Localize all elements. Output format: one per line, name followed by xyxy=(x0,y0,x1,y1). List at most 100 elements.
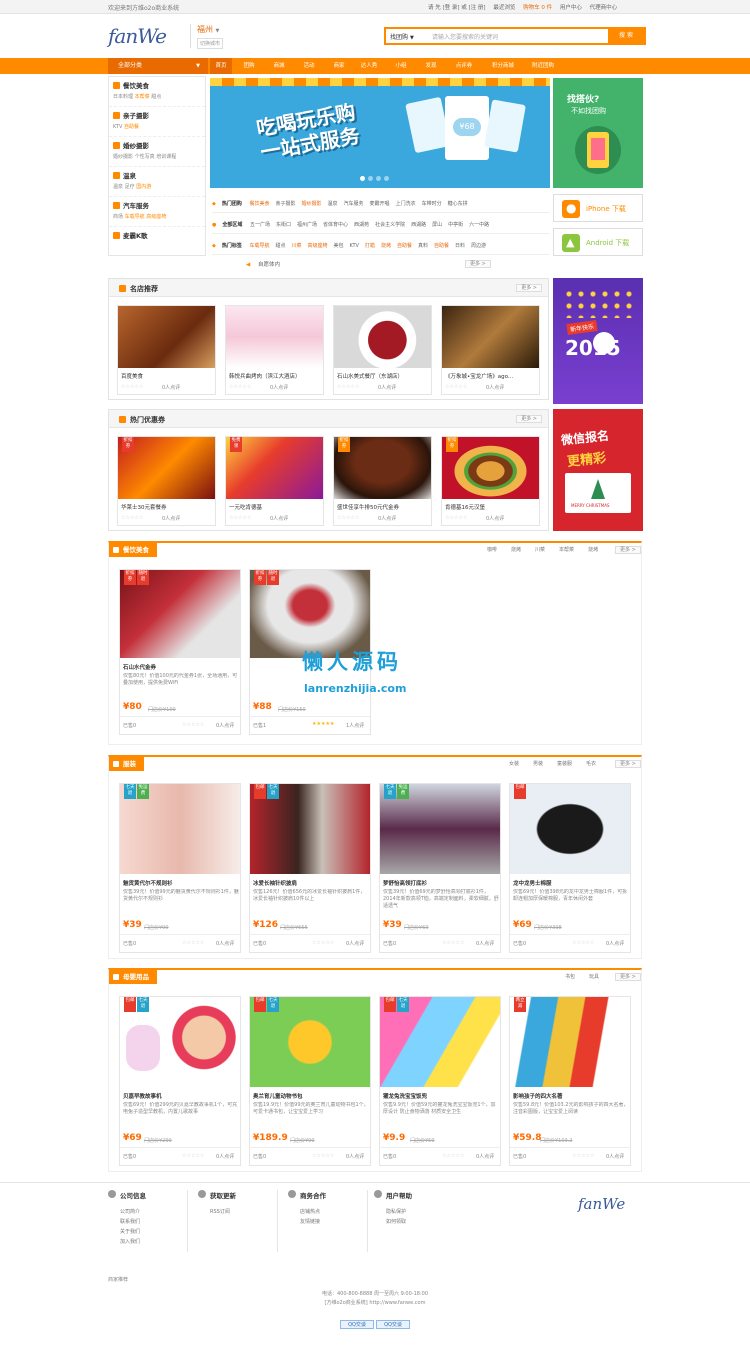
category-item[interactable]: 麦霸K歌 xyxy=(109,227,205,257)
more-button[interactable]: 更多 > xyxy=(615,546,641,554)
rating-stars: ☆☆☆☆☆ xyxy=(445,515,468,521)
chevron-down-icon: ▼ xyxy=(409,35,414,41)
category-item[interactable]: 婚纱摄影 婚纱摄影 个性写真 培训课程 xyxy=(109,137,205,167)
side-ad-group-buy[interactable]: 找搭伙? 不如找团购 xyxy=(553,78,643,188)
more-button[interactable]: 更多 > xyxy=(516,415,542,423)
panel-title: 名店推荐 xyxy=(130,285,158,293)
nav-show[interactable]: 达人秀 xyxy=(356,58,382,74)
fireworks-graphic xyxy=(563,288,633,318)
category-item[interactable]: 温泉 温泉 足疗 国内游 xyxy=(109,167,205,197)
more-button[interactable]: 更多 > xyxy=(615,973,641,981)
coupon-card[interactable]: 免费领 一元吃肯德基 ☆☆☆☆☆ 0人点评 xyxy=(225,436,324,526)
coupon-card[interactable]: 折扣券 肯德基16元汉堡 ☆☆☆☆☆ 0人点评 xyxy=(441,436,540,526)
city-switch[interactable]: 切换城市 xyxy=(197,38,224,49)
deal-card[interactable]: 包邮 七天退 獾龙兔洗宝宝饭兜 仅售9.9元！价值59元的獾龙兔洗宝宝饭兜1个，… xyxy=(379,996,501,1166)
tag-row-areas: ● 全部区域 五一广场 东街口 福州广场 省体育中心 西湖苑 社会主义学院 西湖路 屏山 中亭街六… xyxy=(212,216,550,234)
tag-icon: ◆ xyxy=(212,201,216,207)
nav-mall[interactable]: 商城 xyxy=(268,58,290,74)
shop-card[interactable]: 韩悦兵曲烤肉（滨江大酒店） ☆☆☆☆☆ 0人点评 xyxy=(225,305,324,395)
shop-icon xyxy=(119,285,126,292)
deal-card[interactable]: 折扣券 随时退 石山水代金券 仅售80元！价值100元的代金券1张，全场通用，可… xyxy=(119,569,241,735)
rating-stars: ☆☆☆☆☆ xyxy=(445,384,468,390)
cart-link[interactable]: 购物车 0 件 xyxy=(523,5,552,11)
category-item[interactable]: 亲子摄影 KTV 自助餐 xyxy=(109,107,205,137)
city-selector[interactable]: 福州 ▼ 切换城市 xyxy=(190,24,224,49)
new-year-ad[interactable]: 新年快乐 2015 xyxy=(553,278,643,404)
location-icon: ● xyxy=(212,222,217,228)
category-item[interactable]: 汽车服务 商场 车载导航 高级座椅 xyxy=(109,197,205,227)
shop-image xyxy=(226,306,323,368)
top-bar: 欢迎来到方维o2o商业系统 请 先 [登 录] 或 [注 册] 最近浏览 购物车… xyxy=(0,0,750,14)
agent-center-link[interactable]: 代理商中心 xyxy=(590,5,618,11)
category-item[interactable]: 餐饮美食 日本料理 本帮菜 甜点 xyxy=(109,77,205,107)
coupon-card[interactable]: 折扣券 盛世佳享牛排50元代金券 ☆☆☆☆☆ 0人点评 xyxy=(333,436,432,526)
footer-col: 获取更新 RSS订阅 xyxy=(198,1190,278,1252)
nav-shops[interactable]: 商家 xyxy=(328,58,350,74)
tag-row-hot-tags: ◆ 热门标签 车载导航 甜点 川菜 高级座椅 美包 KTV 打蜡 烧烤 自助餐 真料 自助餐 日料 周边游 xyxy=(212,237,550,255)
deal-card[interactable]: 包邮 七天退 奥兰育儿童动物书包 仅售19.9元！价值99元的奥兰育儿童动物书包… xyxy=(249,996,371,1166)
section-title: 餐饮美食 xyxy=(109,543,157,557)
notice-text[interactable]: 自愿体内 xyxy=(258,262,280,268)
nav-home[interactable]: 首页 xyxy=(210,58,232,74)
friend-link[interactable]: 商家推荐 xyxy=(108,1276,128,1283)
nav-coupons[interactable]: 点评券 xyxy=(450,58,478,74)
rating-stars: ☆☆☆☆☆ xyxy=(572,940,595,946)
chevron-down-icon: ▼ xyxy=(215,28,220,34)
tree-icon xyxy=(591,479,605,499)
car-icon xyxy=(113,202,120,209)
food-icon xyxy=(113,82,120,89)
ticket-graphic xyxy=(484,99,526,153)
shop-card[interactable]: 石山水美式餐厅（东湖店） ☆☆☆☆☆ 0人点评 xyxy=(333,305,432,395)
nav-nearby[interactable]: 附近团购 xyxy=(526,58,560,74)
all-categories-button[interactable]: 全部分类 ▼ xyxy=(108,58,208,74)
shop-card[interactable]: 百度美食 ☆☆☆☆☆ 0人点评 xyxy=(117,305,216,395)
footer-logo[interactable]: fanWe xyxy=(578,1195,625,1213)
christmas-ad[interactable]: 微信报名 更精彩 MERRY CHRISTMAS xyxy=(553,409,643,531)
shop-image xyxy=(442,306,539,368)
hero-banner[interactable]: 吃喝玩乐购 一站式服务 ¥68 xyxy=(210,78,550,188)
section-title: 母婴用品 xyxy=(109,970,157,984)
search-type-select[interactable]: 找团购 ▼ xyxy=(390,32,414,41)
footer-col: 用户帮助 隐私保护 如何领取 xyxy=(374,1190,454,1252)
main-nav: 全部分类 ▼ 首页 团购 商城 活动 商家 达人秀 小组 发现 点评券 积分商城 … xyxy=(0,58,750,74)
user-center-link[interactable]: 用户中心 xyxy=(560,5,582,11)
notice-more-button[interactable]: 更多 > xyxy=(465,260,491,268)
qq-chat-button[interactable]: QQ交谈 xyxy=(376,1320,410,1329)
shop-card[interactable]: 《万象城•宝龙广场》ago... ☆☆☆☆☆ 0人点评 xyxy=(441,305,540,395)
nav-discover[interactable]: 发现 xyxy=(420,58,442,74)
deal-card[interactable]: 两立减 影响孩子的四大名著 仅售59.8元！价值103.2元的影响孩子的四大名著… xyxy=(509,996,631,1166)
android-icon: ▲ xyxy=(562,234,580,252)
deal-card[interactable]: 包邮 龙中龙男士棉服 仅售69元！价值398元的龙中龙男士棉服1件，可拆卸连帽加… xyxy=(509,783,631,953)
nav-events[interactable]: 活动 xyxy=(298,58,320,74)
banner-pager[interactable] xyxy=(360,176,400,182)
search-button[interactable]: 搜 索 xyxy=(608,29,644,43)
tag-row-hot-deals: ◆ 热门团购 餐饮美食 亲子摄影 婚纱摄影 温泉 汽车服务 麦霸开唱 上门洗衣 车带时分 糖心东拼 xyxy=(212,195,550,213)
coupon-card[interactable]: 折扣券 华莱士30元套餐券 ☆☆☆☆☆ 0人点评 xyxy=(117,436,216,526)
city-name: 福州 xyxy=(197,25,213,34)
more-button[interactable]: 更多 > xyxy=(615,760,641,768)
more-button[interactable]: 更多 > xyxy=(516,284,542,292)
android-download-button[interactable]: ▲ Android 下载 xyxy=(553,228,643,256)
hot-spring-icon xyxy=(113,172,120,179)
site-logo[interactable]: fanWe xyxy=(108,24,167,48)
deal-card[interactable]: 包邮 七天退 贝嘉早教故事机 仅售69元！价值299元的贝嘉早教故事机1个，可充… xyxy=(119,996,241,1166)
iphone-download-button[interactable]: ● iPhone 下载 xyxy=(553,194,643,222)
recent-link[interactable]: 最近浏览 xyxy=(493,5,515,11)
nav-points[interactable]: 积分商城 xyxy=(486,58,520,74)
welcome-text: 欢迎来到方维o2o商业系统 xyxy=(108,5,180,12)
login-link[interactable]: 请 先 [登 录] 或 [注 册] xyxy=(428,5,486,11)
nav-group-chat[interactable]: 小组 xyxy=(390,58,412,74)
rating-stars: ☆☆☆☆☆ xyxy=(337,384,360,390)
footer-col: 公司信息 公司简介 联系我们 关于我们 加入我们 xyxy=(108,1190,188,1252)
category-sidebar: 餐饮美食 日本料理 本帮菜 甜点 亲子摄影 KTV 自助餐 婚纱摄影 婚纱摄影 … xyxy=(108,76,206,256)
search-input[interactable]: 请输入您要搜索的关键词 xyxy=(432,32,498,41)
deal-card[interactable]: 七天退 免运费 梦舒怡高领打底衫 仅售39元！价值69元的梦舒怡高领打底衫1件，… xyxy=(379,783,501,953)
section-baby: 母婴用品 书包 玩具 更多 > 包邮 七天退 贝嘉早教故事机 仅售69元！价值29… xyxy=(108,968,642,1172)
qq-chat-button[interactable]: QQ交谈 xyxy=(340,1320,374,1329)
mic-icon xyxy=(113,232,120,239)
deal-card[interactable]: 七天退 免运费 魅货黄代尔不规则衫 仅售39元！价值99元的魅货黄代尔不规则衫1… xyxy=(119,783,241,953)
ticket-graphic xyxy=(405,96,451,154)
footer-info: 电话：400-800-8888 周一至周六 9:00-18:00 [方维o2o商… xyxy=(321,1291,429,1306)
deal-card[interactable]: 包邮 七天退 冰爱长袖针织披肩 仅售126元！价值656元的冰爱长袖针织披肩1件… xyxy=(249,783,371,953)
nav-group[interactable]: 团购 xyxy=(238,58,260,74)
